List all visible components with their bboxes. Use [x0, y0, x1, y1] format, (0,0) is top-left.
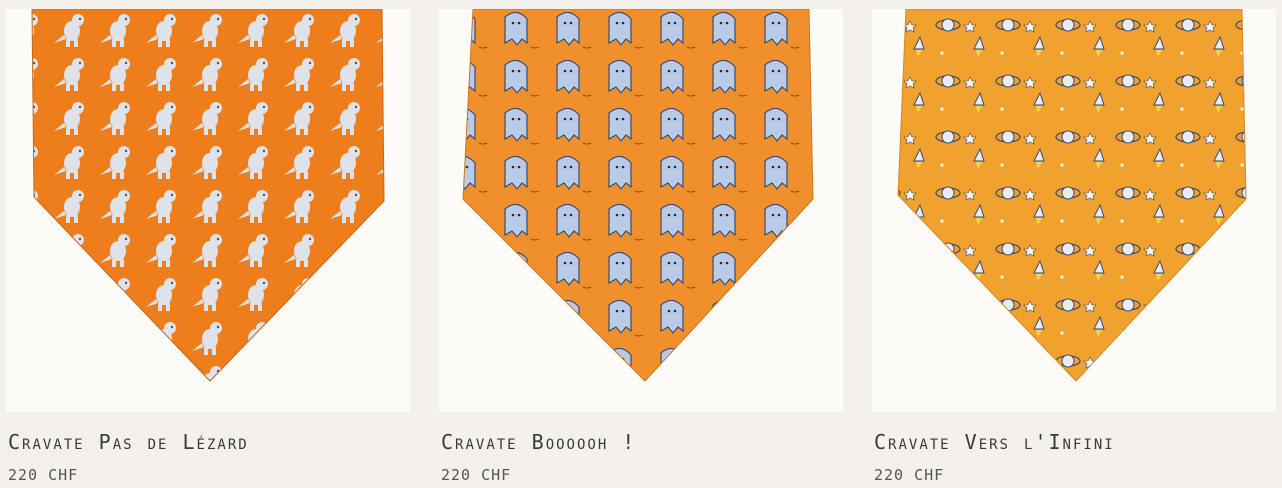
product-title[interactable]: Cravate Vers l'Infini: [874, 430, 1115, 454]
product-price: 220 CHF: [8, 466, 79, 484]
product-title[interactable]: Cravate Pas de Lézard: [8, 430, 249, 454]
product-image[interactable]: [6, 9, 410, 412]
tie-image-dinosaur: [6, 9, 410, 412]
tie-image-ghost: [439, 9, 843, 412]
product-grid: Cravate Pas de Lézard 220 CHF Cravate Bo…: [0, 0, 1282, 488]
product-price: 220 CHF: [441, 466, 512, 484]
tie-image-space: [872, 9, 1276, 412]
product-title[interactable]: Cravate Boooooh !: [441, 430, 636, 454]
product-image[interactable]: [439, 9, 843, 412]
product-image[interactable]: [872, 9, 1276, 412]
product-price: 220 CHF: [874, 466, 945, 484]
